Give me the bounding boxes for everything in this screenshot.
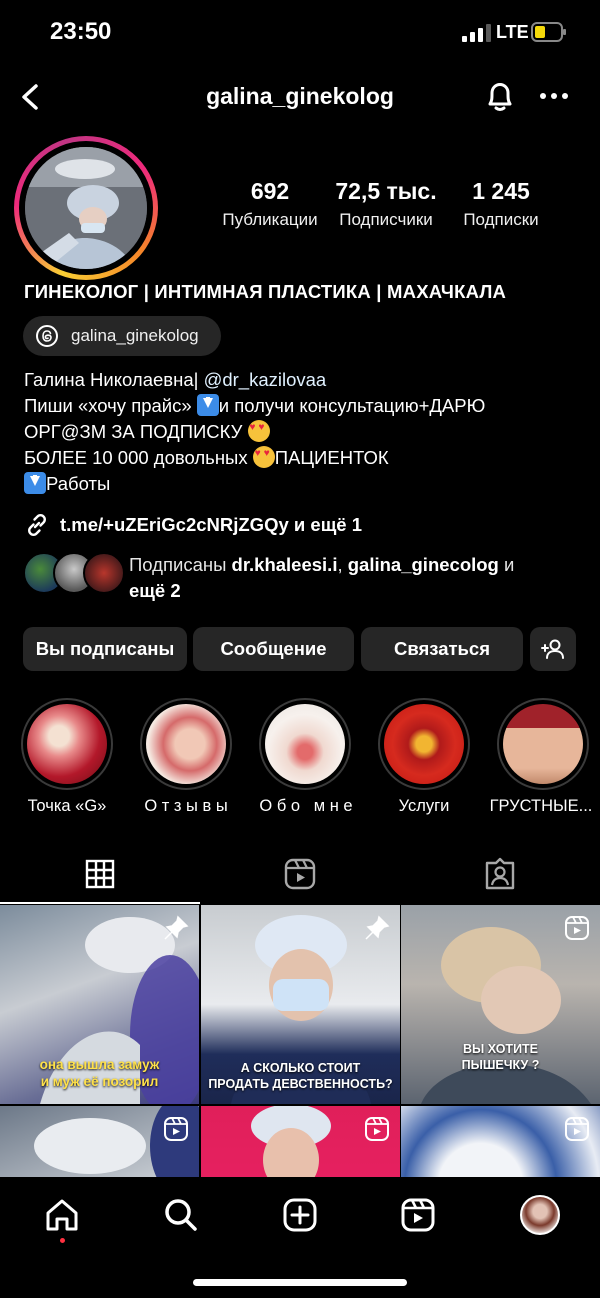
avatar[interactable] xyxy=(25,147,147,269)
threads-badge[interactable]: galina_ginekolog xyxy=(23,316,221,356)
down-arrow-emoji-icon xyxy=(24,472,46,494)
highlight-label-4: Услуги xyxy=(398,797,450,815)
tab-grid[interactable] xyxy=(0,846,200,902)
search-icon[interactable] xyxy=(161,1195,201,1235)
mutual-user-2[interactable]: galina_ginecolog xyxy=(348,554,499,575)
profile-avatar-tab[interactable] xyxy=(520,1195,560,1235)
post-tile-3[interactable]: ВЫ ХОТИТЕ ПЫШЕЧКУ ? xyxy=(401,905,600,1104)
highlight-cover xyxy=(27,704,107,784)
post-tile-6[interactable] xyxy=(401,1106,600,1177)
home-icon[interactable] xyxy=(42,1195,82,1235)
bio-line-2a: Пиши «хочу прайс» xyxy=(24,395,197,416)
bio-text: Галина Николаевна| @dr_kazilovaa Пиши «х… xyxy=(24,367,584,497)
content-tabs xyxy=(0,846,600,904)
mutual-followers-text: Подписаны dr.khaleesi.i, galina_ginecolo… xyxy=(129,552,579,604)
threads-icon xyxy=(36,325,58,347)
signal-icon xyxy=(462,24,491,42)
tagged-person-icon xyxy=(485,857,515,890)
active-tab-indicator xyxy=(0,902,200,904)
following-button[interactable]: Вы подписаны xyxy=(23,627,187,671)
profile-category: ГИНЕКОЛОГ | ИНТИМНАЯ ПЛАСТИКА | МАХАЧКАЛ… xyxy=(24,281,507,302)
suggest-users-button[interactable] xyxy=(530,627,576,671)
post-tile-1[interactable]: она вышла замуж и муж её позорил xyxy=(0,905,199,1104)
highlight-2[interactable] xyxy=(139,698,233,790)
reel-icon xyxy=(164,1117,188,1141)
highlight-5[interactable] xyxy=(496,698,590,790)
notification-dot xyxy=(60,1238,65,1243)
bio-link[interactable]: t.me/+uZEriGc2cNRjZGQy и ещё 1 xyxy=(24,512,362,538)
bio-line-4b: ПАЦИЕНТОК xyxy=(274,447,389,468)
network-label: LTE xyxy=(496,22,529,42)
post-tile-4[interactable] xyxy=(0,1106,199,1177)
bio-line-5: Работы xyxy=(46,473,111,494)
posts-grid: она вышла замуж и муж её позорил А СКОЛЬ… xyxy=(0,905,600,1177)
battery-icon xyxy=(531,22,566,42)
post-caption: она вышла замуж и муж её позорил xyxy=(39,1057,160,1089)
reel-icon xyxy=(565,1117,589,1141)
status-time: 23:50 xyxy=(50,18,112,45)
bell-icon[interactable] xyxy=(482,78,518,114)
mutual-user-1[interactable]: dr.khaleesi.i xyxy=(232,554,338,575)
mutual-separator: , xyxy=(337,554,348,575)
bio-mention-link[interactable]: @dr_kazilovaa xyxy=(204,369,327,390)
mutual-suffix: и xyxy=(498,554,515,575)
highlight-3[interactable] xyxy=(258,698,352,790)
stat-posts-value: 692 xyxy=(250,178,290,204)
home-indicator[interactable] xyxy=(193,1279,407,1286)
bio-name: Галина Николаевна| xyxy=(24,369,204,390)
reels-nav-icon[interactable] xyxy=(398,1195,438,1235)
stat-followers[interactable]: 72,5 тыс. Подписчики xyxy=(330,178,442,230)
highlight-cover xyxy=(146,704,226,784)
reel-icon xyxy=(365,1117,389,1141)
post-tile-2[interactable]: А СКОЛЬКО СТОИТ ПРОДАТЬ ДЕВСТВЕННОСТЬ? xyxy=(201,905,400,1104)
bio-line-4a: БОЛЕЕ 10 000 довольных xyxy=(24,447,253,468)
create-post-icon[interactable] xyxy=(280,1195,320,1235)
status-bar: 23:50 LTE xyxy=(0,0,600,64)
highlight-cover xyxy=(503,704,583,784)
stat-posts-label: Публикации xyxy=(222,210,318,229)
mutual-prefix: Подписаны xyxy=(129,554,232,575)
mutual-more[interactable]: ещё 2 xyxy=(129,580,181,601)
pin-icon xyxy=(365,915,390,940)
stat-following[interactable]: 1 245 Подписки xyxy=(448,178,554,230)
contact-button[interactable]: Связаться xyxy=(361,627,523,671)
message-button[interactable]: Сообщение xyxy=(193,627,354,671)
post-tile-5[interactable] xyxy=(201,1106,400,1177)
bio-link-text: t.me/+uZEriGc2cNRjZGQy и ещё 1 xyxy=(60,514,363,535)
post-caption: ВЫ ХОТИТЕ ПЫШЕЧКУ ? xyxy=(461,1042,540,1072)
bio-line-2b: и получи консультацию+ДАРЮ xyxy=(218,395,486,416)
stat-followers-value: 72,5 тыс. xyxy=(335,178,437,204)
down-arrow-emoji-icon xyxy=(196,394,219,416)
stat-posts[interactable]: 692 Публикации xyxy=(216,178,324,230)
highlight-label-1: Точка «G» xyxy=(27,797,107,815)
highlight-1[interactable] xyxy=(20,698,114,790)
reel-icon xyxy=(565,916,589,940)
mutual-followers[interactable]: Подписаны dr.khaleesi.i, galina_ginecolo… xyxy=(23,552,583,604)
mutual-avatar-3 xyxy=(83,552,125,594)
highlight-cover xyxy=(265,704,345,784)
highlight-label-2: О т з ы в ы xyxy=(144,797,228,815)
profile-header: galina_ginekolog xyxy=(0,72,600,122)
heart-eyes-emoji-icon xyxy=(247,420,270,442)
story-ring[interactable] xyxy=(14,136,158,280)
highlight-label-5: ГРУСТНЫЕ... xyxy=(489,797,593,815)
highlight-cover xyxy=(384,704,464,784)
heart-eyes-emoji-icon xyxy=(252,446,275,468)
stat-following-label: Подписки xyxy=(463,210,539,229)
stat-followers-label: Подписчики xyxy=(339,210,433,229)
bio-line-3: ОРГ@ЗМ ЗА ПОДПИСКУ xyxy=(24,421,248,442)
more-options-icon[interactable] xyxy=(538,84,570,108)
link-icon xyxy=(28,514,46,536)
threads-handle: galina_ginekolog xyxy=(71,326,199,345)
reels-icon xyxy=(284,858,316,890)
post-caption: А СКОЛЬКО СТОИТ ПРОДАТЬ ДЕВСТВЕННОСТЬ? xyxy=(208,1061,393,1091)
highlight-4[interactable] xyxy=(377,698,471,790)
stat-following-value: 1 245 xyxy=(472,178,530,204)
tab-tagged[interactable] xyxy=(400,846,600,902)
tab-reels[interactable] xyxy=(200,846,400,902)
add-person-icon xyxy=(541,639,564,659)
pin-icon xyxy=(164,915,189,940)
grid-icon xyxy=(85,859,115,889)
highlight-label-3: О б о м н е xyxy=(259,797,353,815)
